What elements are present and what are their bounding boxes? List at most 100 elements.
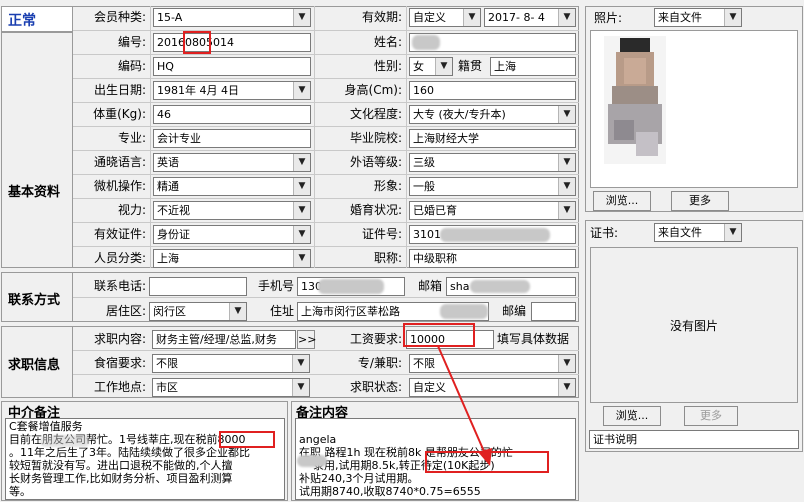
validity-type-select[interactable]: 自定义 ▼ — [409, 8, 481, 27]
board-select[interactable]: 不限 ▼ — [152, 354, 310, 373]
number-highlight — [183, 31, 211, 54]
education-select[interactable]: 大专 (夜大/专升本) ▼ — [409, 105, 576, 124]
address-redaction — [440, 304, 488, 319]
remark-line: 补贴240,3个月试用期。 — [299, 472, 419, 485]
school-label: 毕业院校: — [349, 131, 402, 145]
email-label: 邮箱 — [417, 279, 442, 293]
basic-section-label-cell — [1, 32, 73, 268]
number-label: 编号: — [117, 35, 146, 49]
job-section-title: 求职信息 — [8, 358, 61, 373]
chevron-down-icon: ▼ — [293, 154, 310, 171]
cert-no-label: 证件号: — [361, 227, 402, 241]
location-select[interactable]: 市区 ▼ — [152, 378, 310, 397]
job-content-label: 求职内容: — [93, 332, 146, 346]
gender-select[interactable]: 女 ▼ — [409, 57, 453, 76]
chevron-down-icon: ▼ — [558, 106, 575, 123]
agent-note-highlight — [219, 431, 275, 448]
computer-select[interactable]: 精通 ▼ — [153, 177, 311, 196]
chevron-down-icon: ▼ — [293, 250, 310, 267]
code-input[interactable]: HQ — [153, 57, 311, 76]
major-input[interactable]: 会计专业 — [153, 129, 311, 148]
photo-image — [604, 36, 666, 164]
chevron-down-icon: ▼ — [724, 9, 741, 26]
chevron-down-icon: ▼ — [293, 178, 310, 195]
appearance-select[interactable]: 一般 ▼ — [409, 177, 576, 196]
job-content-more-button[interactable]: >> — [297, 330, 316, 349]
chevron-down-icon: ▼ — [558, 178, 575, 195]
validity-date-picker[interactable]: 2017- 8- 4 ▼ — [484, 8, 576, 27]
language-label: 通晓语言: — [93, 155, 146, 169]
cert-select[interactable]: 身份证 ▼ — [153, 225, 311, 244]
code-label: 编码: — [117, 59, 146, 73]
cert-no-redaction — [440, 228, 550, 242]
number-input[interactable]: 20160805014 — [153, 33, 311, 52]
school-input[interactable]: 上海财经大学 — [409, 129, 576, 148]
gender-label: 性别: — [373, 59, 402, 73]
chevron-down-icon: ▼ — [435, 58, 452, 75]
birth-label: 出生日期: — [93, 83, 146, 97]
email-redaction — [470, 280, 530, 293]
chevron-down-icon: ▼ — [293, 226, 310, 243]
photo-more-button[interactable]: 更多 — [671, 191, 729, 211]
salary-label: 工资要求: — [349, 332, 402, 346]
birth-date-picker[interactable]: 1981年 4月 4日 ▼ — [153, 81, 311, 100]
annotation-arrow-icon — [437, 345, 492, 466]
chevron-down-icon: ▼ — [558, 154, 575, 171]
certificate-more-button[interactable]: 更多 — [684, 406, 738, 426]
chevron-down-icon: ▼ — [292, 379, 309, 396]
language-level-select[interactable]: 三级 ▼ — [409, 153, 576, 172]
category-select[interactable]: 上海 ▼ — [153, 249, 311, 268]
contact-section-title: 联系方式 — [8, 293, 61, 308]
weight-input[interactable]: 46 — [153, 105, 311, 124]
location-label: 工作地点: — [93, 380, 146, 394]
photo-browse-button[interactable]: 浏览... — [593, 191, 651, 211]
category-label: 人员分类: — [93, 251, 146, 265]
title-input[interactable]: 中级职称 — [409, 249, 576, 268]
chevron-down-icon: ▼ — [293, 202, 310, 219]
height-input[interactable]: 160 — [409, 81, 576, 100]
chevron-down-icon: ▼ — [292, 355, 309, 372]
job-content-input[interactable]: 财务主管/经理/总监,财务 — [152, 330, 296, 349]
validity-label: 有效期: — [361, 10, 402, 24]
member-type-select[interactable]: 15-A ▼ — [153, 8, 311, 27]
phone-input[interactable] — [149, 277, 247, 296]
chevron-down-icon: ▼ — [293, 82, 310, 99]
salary-hint: 填写具体数据 — [497, 332, 570, 346]
district-select[interactable]: 闵行区 ▼ — [149, 302, 247, 321]
postcode-label: 邮编 — [501, 304, 526, 318]
marital-select[interactable]: 已婚已育 ▼ — [409, 201, 576, 220]
name-label: 姓名: — [373, 35, 402, 49]
mobile-label: 手机号 — [257, 279, 294, 293]
agent-note-redaction — [40, 435, 90, 447]
chevron-down-icon: ▼ — [229, 303, 246, 320]
language-select[interactable]: 英语 ▼ — [153, 153, 311, 172]
chevron-down-icon: ▼ — [558, 9, 575, 26]
certificate-no-image-text: 没有图片 — [669, 319, 718, 333]
vision-label: 视力: — [117, 203, 146, 217]
remarks-redaction — [297, 455, 327, 467]
district-label: 居住区: — [105, 304, 146, 318]
height-label: 身高(Cm): — [344, 83, 402, 97]
chevron-down-icon: ▼ — [724, 224, 741, 241]
photo-label: 照片: — [594, 11, 623, 25]
remark-line: 试用期8740,收取8740*0.75=6555 — [299, 485, 481, 498]
job-status-label: 求职状态: — [349, 380, 402, 394]
computer-label: 微机操作: — [93, 179, 146, 193]
certificate-label: 证书: — [590, 226, 619, 240]
certificate-desc-input[interactable]: 证书说明 — [589, 430, 799, 449]
mobile-redaction — [318, 279, 384, 294]
photo-source-select[interactable]: 来自文件 ▼ — [654, 8, 742, 27]
chevron-down-icon: ▼ — [463, 9, 480, 26]
appearance-label: 形象: — [373, 179, 402, 193]
postcode-input[interactable] — [531, 302, 576, 321]
weight-label: 体重(Kg): — [93, 107, 146, 121]
chevron-down-icon: ▼ — [558, 379, 575, 396]
certificate-source-select[interactable]: 来自文件 ▼ — [654, 223, 742, 242]
native-input[interactable]: 上海 — [490, 57, 576, 76]
parttime-label: 专/兼职: — [357, 356, 402, 370]
cert-label: 有效证件: — [93, 227, 146, 241]
board-label: 食宿要求: — [93, 356, 146, 370]
education-label: 文化程度: — [349, 107, 402, 121]
vision-select[interactable]: 不近视 ▼ — [153, 201, 311, 220]
certificate-browse-button[interactable]: 浏览... — [603, 406, 661, 426]
